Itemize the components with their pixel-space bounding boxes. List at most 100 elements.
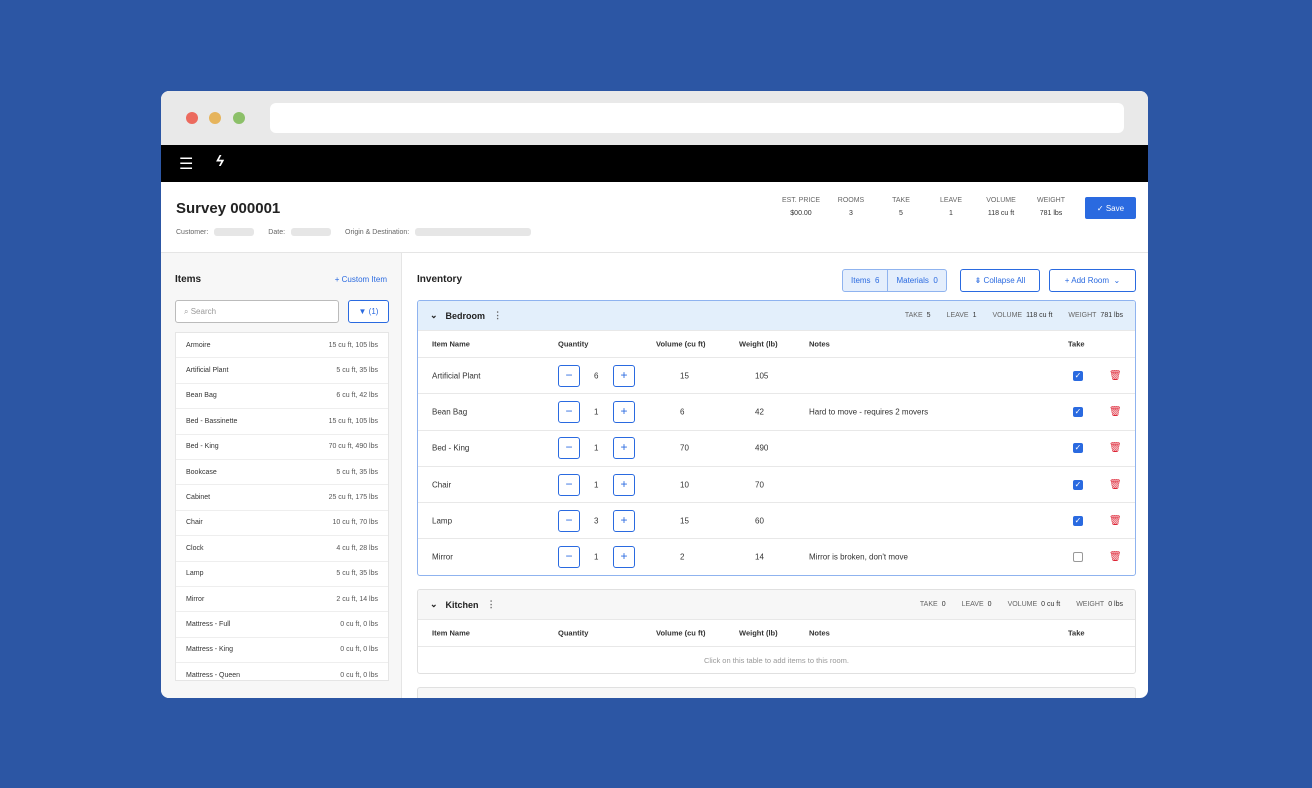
list-item[interactable]: Mattress - King 0 cu ft, 0 lbs [176,638,388,664]
room-kitchen[interactable]: ⌄ Kitchen ⋮ TAKE 0 LEAVE 0 VOLUME 0 cu ft WEI… [417,589,1136,674]
room-collapsed[interactable] [417,687,1136,698]
weight-value: 70 [755,480,764,490]
decrement-button[interactable]: − [558,364,580,387]
maximize-dot[interactable] [233,112,245,124]
room-bedroom[interactable]: ⌄ Bedroom ⋮ TAKE 5 LEAVE 1 VOLUME 118 cu ft W… [417,300,1136,576]
add-room-button[interactable]: + Add Room ⌄ [1049,269,1136,292]
list-item[interactable]: Bean Bag 6 cu ft, 42 lbs [176,384,388,410]
notes-value[interactable]: Mirror is broken, don't move [809,553,908,562]
quantity-value[interactable]: 1 [594,407,598,416]
trash-icon[interactable]: 🗑 [1109,406,1122,417]
list-item[interactable]: Chair 10 cu ft, 70 lbs [176,511,388,537]
stat-label: VOLUME [986,197,1016,204]
menu-icon[interactable]: ☰ [179,154,193,174]
increment-button[interactable]: + [613,364,635,387]
list-item[interactable]: Bookcase 5 cu ft, 35 lbs [176,460,388,486]
table-row[interactable]: Lamp − 3 + 15 60 ✓ 🗑 [418,502,1135,538]
collapse-all-button[interactable]: ⇟ Collapse All [960,269,1040,292]
quantity-value[interactable]: 1 [594,480,598,489]
take-checkbox[interactable]: ✓ [1073,370,1083,381]
take-checkbox[interactable]: ✓ [1073,406,1083,417]
stat: EST. PRICE $00.00 [776,197,826,217]
list-item[interactable]: Armoire 15 cu ft, 105 lbs [176,333,388,359]
list-item[interactable]: Lamp 5 cu ft, 35 lbs [176,562,388,587]
take-checkbox[interactable]: ✓ [1073,515,1083,526]
trash-icon[interactable]: 🗑 [1109,515,1122,526]
take-checkbox[interactable]: ✓ [1073,443,1083,454]
item-name: Bed - King [186,443,219,451]
table-row[interactable]: Bean Bag − 1 + 6 42 Hard to move - requi… [418,393,1135,429]
list-item[interactable]: Bed - King 70 cu ft, 490 lbs [176,435,388,460]
take-checkbox[interactable]: ✓ [1073,479,1083,490]
search-input[interactable]: ⌕ Search [175,300,339,323]
filter-button[interactable]: ▼ (1) [348,300,389,323]
logo-icon[interactable]: ϟ [216,153,224,170]
stat: ROOMS 3 [826,197,876,217]
trash-icon[interactable]: 🗑 [1109,443,1122,454]
list-item[interactable]: Mattress - Full 0 cu ft, 0 lbs [176,612,388,638]
item-spec: 15 cu ft, 105 lbs [328,417,378,425]
quantity-value[interactable]: 1 [594,444,598,453]
tab-materials[interactable]: Materials 0 [887,270,945,291]
trash-icon[interactable]: 🗑 [1109,479,1122,490]
chevron-down-icon[interactable]: ⌄ [430,599,438,610]
decrement-button[interactable]: − [558,473,580,496]
item-name: Cabinet [186,494,211,502]
decrement-button[interactable]: − [558,437,580,460]
browser-chrome [161,91,1148,145]
empty-room-message[interactable]: Click on this table to add items to this… [418,646,1135,673]
decrement-button[interactable]: − [558,400,580,423]
item-name: Lamp [186,570,204,578]
increment-button[interactable]: + [613,546,635,569]
more-icon[interactable]: ⋮ [493,310,502,321]
survey-stats: (function(){const d=JSON.parse(document.… [776,197,1076,217]
filter-count: (1) [368,307,379,316]
table-row[interactable]: Mirror − 1 + 2 14 Mirror is broken, don'… [418,538,1135,574]
column-header: Take [1068,628,1085,638]
list-item[interactable]: Clock 4 cu ft, 28 lbs [176,536,388,562]
chevron-down-icon[interactable]: ⌄ [430,310,438,321]
trash-icon[interactable]: 🗑 [1109,370,1122,381]
item-name: Bed - King [432,443,470,453]
list-item[interactable]: Artificial Plant 5 cu ft, 35 lbs [176,358,388,384]
trash-icon[interactable]: 🗑 [1109,552,1122,563]
decrement-button[interactable]: − [558,509,580,532]
increment-button[interactable]: + [613,437,635,460]
custom-item-button[interactable]: + Custom Item [335,275,387,284]
quantity-value[interactable]: 3 [594,516,598,525]
item-spec: 6 cu ft, 42 lbs [336,392,378,400]
quantity-value[interactable]: 6 [594,371,598,380]
notes-value[interactable]: Hard to move - requires 2 movers [809,407,928,416]
item-name: Mirror [186,595,205,603]
minimize-dot[interactable] [209,112,221,124]
item-list[interactable]: Armoire 15 cu ft, 105 lbs Artificial Plant… [175,332,389,681]
increment-button[interactable]: + [613,400,635,423]
more-icon[interactable]: ⋮ [487,599,496,610]
room-header[interactable]: ⌄ Kitchen ⋮ TAKE 0 LEAVE 0 VOLUME 0 cu ft WEI… [418,590,1135,619]
address-bar[interactable] [270,103,1124,133]
tab-items[interactable]: Items 6 [843,270,887,291]
increment-button[interactable]: + [613,509,635,532]
save-button[interactable]: ✓ Save [1085,197,1136,219]
volume-value: 15 [680,516,689,526]
take-checkbox[interactable] [1073,552,1083,563]
list-item[interactable]: Mattress - Queen 0 cu ft, 0 lbs [176,663,388,680]
table-row[interactable]: Chair − 1 + 10 70 ✓ 🗑 [418,465,1135,502]
list-item[interactable]: Mirror 2 cu ft, 14 lbs [176,587,388,613]
table-row[interactable]: Artificial Plant − 6 + 15 105 ✓ 🗑 [418,357,1135,393]
list-item[interactable]: Bed - Bassinette 15 cu ft, 105 lbs [176,409,388,435]
decrement-button[interactable]: − [558,546,580,569]
table-row[interactable]: Bed - King − 1 + 70 490 ✓ 🗑 [418,429,1135,466]
item-name: Artificial Plant [186,367,229,375]
quantity-value[interactable]: 1 [594,553,598,562]
stat-label: TAKE [892,197,910,204]
page-title: Survey 000001 [176,200,281,217]
list-item[interactable]: Cabinet 25 cu ft, 175 lbs [176,485,388,511]
item-spec: 0 cu ft, 0 lbs [340,646,378,654]
increment-button[interactable]: + [613,473,635,496]
room-header[interactable]: ⌄ Bedroom ⋮ TAKE 5 LEAVE 1 VOLUME 118 cu ft W… [418,301,1135,330]
column-header: Weight (lb) [739,339,778,349]
item-name: Clock [186,544,204,552]
close-dot[interactable] [186,112,198,124]
weight-value: 105 [755,371,769,381]
